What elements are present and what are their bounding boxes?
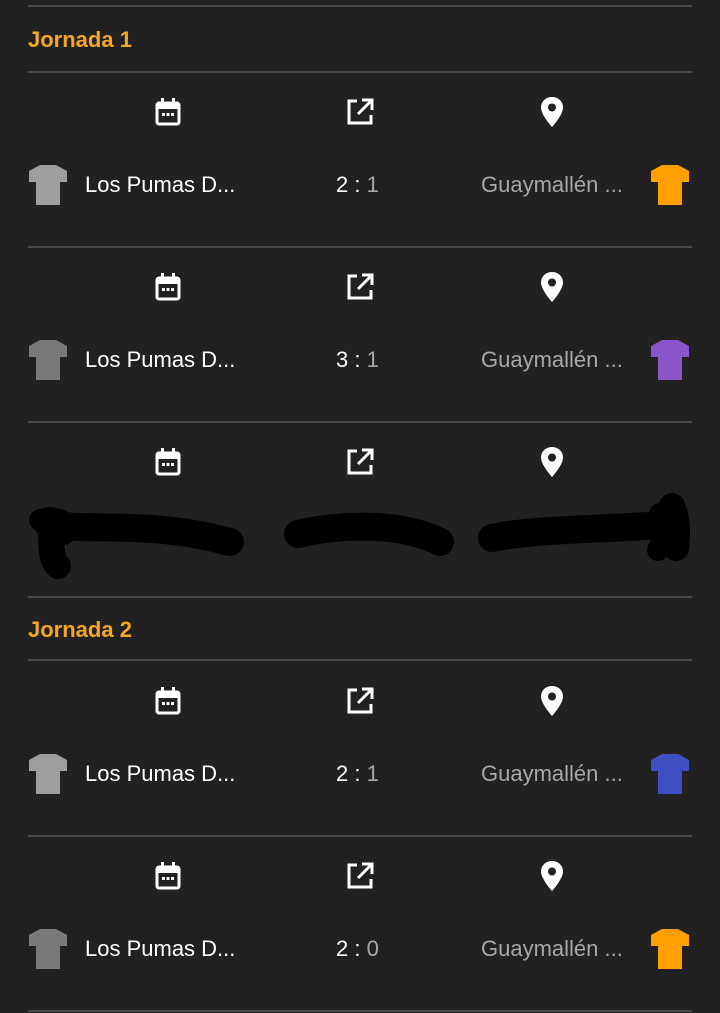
divider <box>28 659 692 661</box>
away-shirt-icon <box>651 929 689 969</box>
away-team-name[interactable]: Guaymallén ... <box>481 761 623 787</box>
home-shirt-icon <box>29 929 67 969</box>
home-score: 2 <box>336 172 349 197</box>
score-separator: : <box>354 936 361 961</box>
divider <box>28 71 692 73</box>
divider <box>28 835 692 837</box>
home-shirt-icon <box>29 340 67 380</box>
score: 2 : 1 <box>336 761 379 787</box>
open-in-new-icon[interactable] <box>344 271 376 303</box>
home-score: 3 <box>336 347 349 372</box>
score: 3 : 1 <box>336 347 379 373</box>
home-team-name[interactable]: Los Pumas D... <box>85 936 235 962</box>
away-score: 1 <box>366 347 379 372</box>
divider <box>28 421 692 423</box>
redaction-scribble <box>29 493 690 579</box>
home-team-name[interactable]: Los Pumas D... <box>85 761 235 787</box>
home-shirt-icon <box>29 754 67 794</box>
match-card[interactable]: Los Pumas D... 3 : 1 Guaymallén ... <box>0 249 720 424</box>
divider <box>28 5 692 7</box>
calendar-icon[interactable] <box>152 685 184 717</box>
open-in-new-icon[interactable] <box>344 685 376 717</box>
match-row: Los Pumas D... 3 : 1 Guaymallén ... <box>0 335 720 385</box>
match-card[interactable]: Los Pumas D... 2 : 1 Guaymallén ... <box>0 663 720 838</box>
match-card[interactable]: Los Pumas D... 2 : 0 Guaymallén ... <box>0 838 720 1013</box>
calendar-icon[interactable] <box>152 96 184 128</box>
divider <box>28 246 692 248</box>
score: 2 : 0 <box>336 936 379 962</box>
score: 2 : 1 <box>336 172 379 198</box>
away-score: 0 <box>366 936 379 961</box>
match-card[interactable]: Los Pumas D... 2 : 1 Guaymallén ... <box>0 74 720 249</box>
home-team-name[interactable]: Los Pumas D... <box>85 347 235 373</box>
match-row: Los Pumas D... 2 : 1 Guaymallén ... <box>0 749 720 799</box>
jornada-title: Jornada 2 <box>28 617 132 642</box>
away-team-name[interactable]: Guaymallén ... <box>481 936 623 962</box>
divider <box>28 1010 692 1012</box>
location-pin-icon[interactable] <box>536 96 568 128</box>
home-shirt-icon <box>29 165 67 205</box>
score-separator: : <box>354 172 361 197</box>
location-pin-icon[interactable] <box>536 271 568 303</box>
away-team-name[interactable]: Guaymallén ... <box>481 172 623 198</box>
score-separator: : <box>354 347 361 372</box>
open-in-new-icon[interactable] <box>344 96 376 128</box>
match-row: Los Pumas D... 2 : 1 Guaymallén ... <box>0 160 720 210</box>
home-score: 2 <box>336 936 349 961</box>
match-card-redacted[interactable] <box>0 424 720 599</box>
away-team-name[interactable]: Guaymallén ... <box>481 347 623 373</box>
divider <box>28 596 692 598</box>
location-pin-icon[interactable] <box>536 860 568 892</box>
away-shirt-icon <box>651 340 689 380</box>
away-shirt-icon <box>651 165 689 205</box>
away-score: 1 <box>366 761 379 786</box>
away-score: 1 <box>366 172 379 197</box>
location-pin-icon[interactable] <box>536 685 568 717</box>
home-score: 2 <box>336 761 349 786</box>
jornada-title: Jornada 1 <box>28 27 132 52</box>
calendar-icon[interactable] <box>152 860 184 892</box>
away-shirt-icon <box>651 754 689 794</box>
score-separator: : <box>354 761 361 786</box>
home-team-name[interactable]: Los Pumas D... <box>85 172 235 198</box>
match-row: Los Pumas D... 2 : 0 Guaymallén ... <box>0 924 720 974</box>
fixtures-list: Jornada 1 Los Pumas D... 2 : 1 Guaymallé… <box>0 0 720 1013</box>
calendar-icon[interactable] <box>152 271 184 303</box>
open-in-new-icon[interactable] <box>344 860 376 892</box>
